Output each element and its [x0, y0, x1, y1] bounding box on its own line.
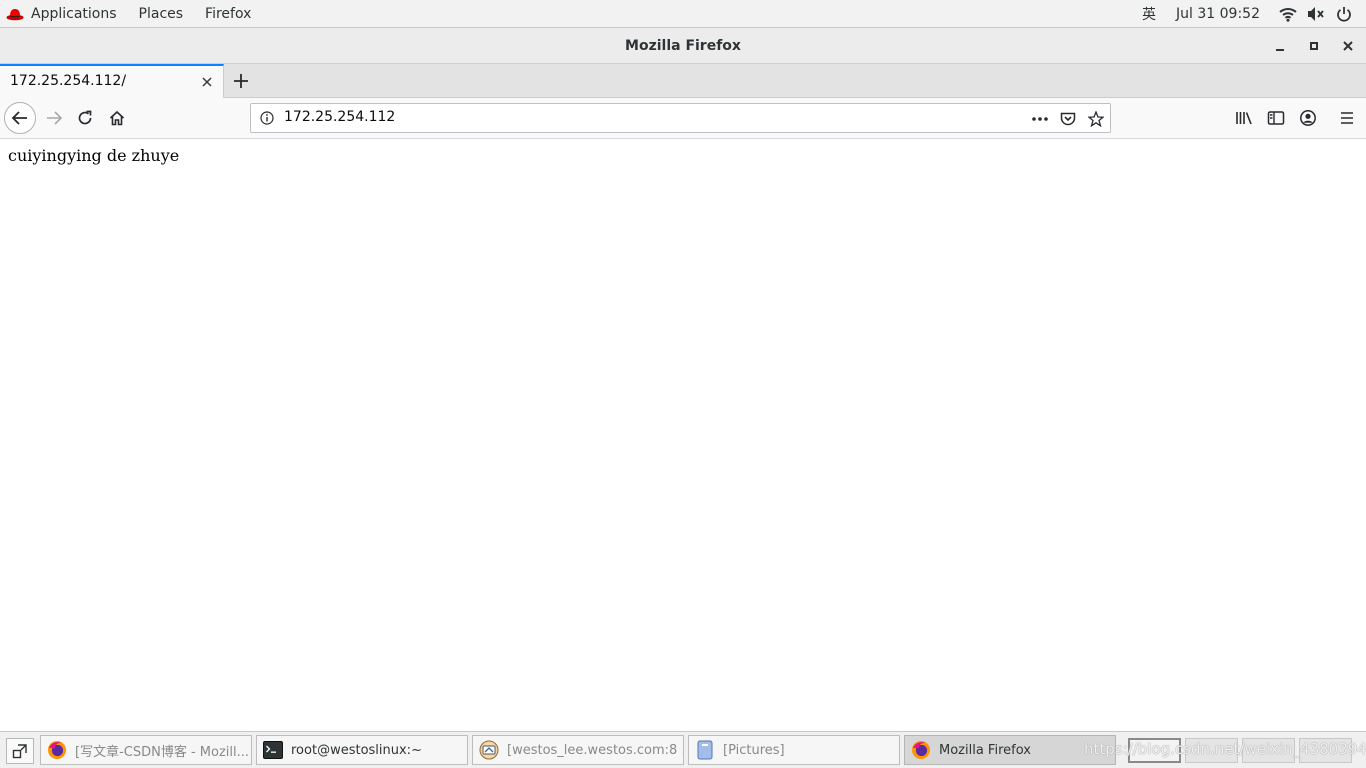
sidebar-toggle-icon[interactable]	[1264, 107, 1288, 129]
applications-menu[interactable]: Applications	[0, 0, 128, 28]
page-body-text: cuiyingying de zhuye	[8, 146, 180, 165]
clock[interactable]: Jul 31 09:52	[1176, 6, 1260, 22]
terminal-icon	[263, 740, 283, 760]
reload-button[interactable]	[71, 104, 99, 132]
wifi-icon[interactable]	[1278, 4, 1298, 24]
forward-button[interactable]	[40, 104, 68, 132]
window-list-taskbar: [写文章-CSDN博客 - Mozill... root@westoslinux…	[0, 731, 1366, 768]
firefox-icon	[911, 740, 931, 760]
window-title: Mozilla Firefox	[625, 38, 741, 54]
firefox-icon	[47, 740, 67, 760]
maximize-button[interactable]	[1304, 36, 1324, 56]
account-icon[interactable]	[1296, 107, 1320, 129]
csdn-watermark: https://blog.csdn.net/weixin_43803940	[1084, 740, 1366, 758]
tab-title: 172.25.254.112/	[10, 73, 127, 89]
window-titlebar[interactable]: Mozilla Firefox	[0, 28, 1366, 64]
places-menu[interactable]: Places	[128, 0, 195, 28]
home-button[interactable]	[103, 104, 131, 132]
library-icon[interactable]	[1232, 107, 1256, 129]
show-desktop-button[interactable]	[6, 738, 34, 764]
taskbar-item-label: [Pictures]	[723, 742, 785, 758]
app-menu-firefox[interactable]: Firefox	[194, 0, 262, 28]
pocket-icon[interactable]	[1058, 109, 1078, 129]
redhat-logo-icon	[6, 7, 24, 21]
taskbar-item-remote-viewer[interactable]: [westos_lee.westos.com:8 ...	[472, 735, 684, 765]
page-actions-icon[interactable]	[1030, 109, 1050, 129]
taskbar-item-label: [westos_lee.westos.com:8 ...	[507, 742, 684, 758]
input-method-indicator[interactable]: 英	[1142, 4, 1156, 24]
page-content: cuiyingying de zhuye	[0, 139, 1366, 731]
back-button[interactable]	[4, 102, 36, 134]
gnome-top-bar: Applications Places Firefox 英 Jul 31 09:…	[0, 0, 1366, 28]
taskbar-item-pictures[interactable]: [Pictures]	[688, 735, 900, 765]
close-tab-icon[interactable]	[199, 74, 215, 90]
url-bar[interactable]: 172.25.254.112	[250, 103, 1111, 133]
taskbar-item-csdn-firefox[interactable]: [写文章-CSDN博客 - Mozill...	[40, 735, 252, 765]
remote-viewer-icon	[479, 740, 499, 760]
site-info-icon[interactable]	[259, 110, 275, 126]
tab-active[interactable]: 172.25.254.112/	[0, 64, 224, 98]
navigation-toolbar: 172.25.254.112	[0, 98, 1366, 139]
file-manager-icon	[695, 740, 715, 760]
power-icon[interactable]	[1334, 4, 1354, 24]
taskbar-item-label: Mozilla Firefox	[939, 742, 1031, 758]
minimize-button[interactable]	[1270, 36, 1290, 56]
volume-muted-icon[interactable]	[1306, 4, 1326, 24]
bookmark-star-icon[interactable]	[1086, 109, 1106, 129]
url-text[interactable]: 172.25.254.112	[284, 109, 395, 125]
close-window-button[interactable]	[1338, 36, 1358, 56]
new-tab-button[interactable]	[230, 70, 252, 92]
tab-strip: 172.25.254.112/	[0, 64, 1366, 98]
taskbar-item-label: root@westoslinux:~	[291, 742, 422, 758]
applications-label: Applications	[31, 5, 117, 22]
hamburger-menu-icon[interactable]	[1335, 107, 1359, 129]
taskbar-item-label: [写文章-CSDN博客 - Mozill...	[75, 744, 250, 760]
taskbar-item-terminal[interactable]: root@westoslinux:~	[256, 735, 468, 765]
